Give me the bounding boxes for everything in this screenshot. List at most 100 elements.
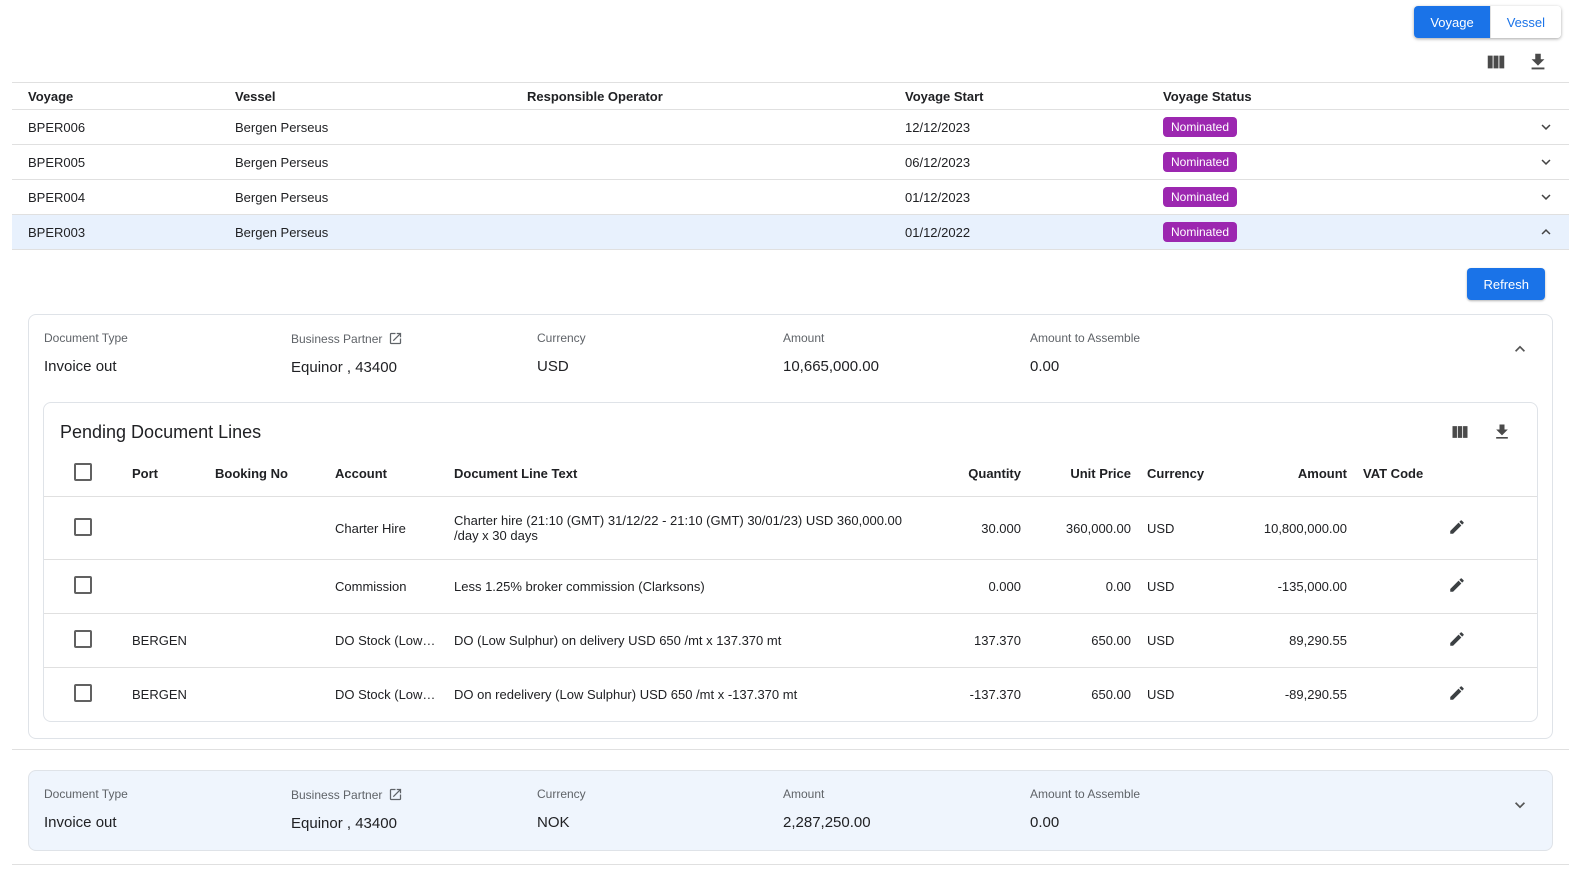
cell-account: DO Stock (Low…: [327, 614, 446, 668]
cell-amount: 10,800,000.00: [1239, 497, 1355, 560]
collapse-document-button[interactable]: [1498, 331, 1542, 359]
refresh-button[interactable]: Refresh: [1467, 268, 1545, 300]
field-label: Document Type: [44, 787, 291, 801]
field-amount: Amount 10,665,000.00: [783, 331, 1030, 375]
top-bar: Voyage Vessel: [0, 0, 1581, 38]
voyage-id: BPER003: [12, 225, 219, 240]
col-amount: Amount: [1239, 451, 1355, 497]
header-vessel: Vessel: [219, 89, 511, 104]
document-card-usd: Document Type Invoice out Business Partn…: [28, 314, 1553, 739]
cell-account: Commission: [327, 560, 446, 614]
expand-row-button[interactable]: [1521, 152, 1569, 172]
document-card-nok: Document Type Invoice out Business Partn…: [28, 770, 1553, 851]
header-voyage-start: Voyage Start: [889, 89, 1147, 104]
cell-amount: 89,290.55: [1239, 614, 1355, 668]
voyage-row-bper004[interactable]: BPER004 Bergen Perseus 01/12/2023 Nomina…: [12, 180, 1569, 215]
chevron-down-icon: [1537, 117, 1555, 137]
select-all-checkbox[interactable]: [74, 463, 92, 481]
voyage-table-toolbar: [0, 38, 1581, 76]
chevron-down-icon: [1537, 187, 1555, 207]
toggle-vessel-button[interactable]: Vessel: [1490, 6, 1561, 38]
chevron-up-icon: [1510, 339, 1530, 359]
document-line-row: BERGEN DO Stock (Low… DO on redelivery (…: [44, 668, 1537, 722]
field-document-type: Document Type Invoice out: [44, 331, 291, 375]
voyage-row-bper003[interactable]: BPER003 Bergen Perseus 01/12/2022 Nomina…: [12, 215, 1569, 250]
vessel-name: Bergen Perseus: [219, 120, 511, 135]
edit-line-button[interactable]: [1448, 630, 1466, 651]
columns-icon[interactable]: [1449, 421, 1471, 443]
voyage-id: BPER004: [12, 190, 219, 205]
row-checkbox[interactable]: [74, 684, 92, 702]
download-icon[interactable]: [1527, 51, 1549, 73]
cell-account: DO Stock (Low…: [327, 668, 446, 722]
pending-lines-header: Pending Document Lines: [44, 403, 1537, 451]
vessel-name: Bergen Perseus: [219, 190, 511, 205]
col-quantity: Quantity: [936, 451, 1029, 497]
col-account: Account: [327, 451, 446, 497]
cell-quantity: 137.370: [936, 614, 1029, 668]
cell-currency: USD: [1139, 560, 1239, 614]
edit-pencil-icon: [1448, 518, 1466, 536]
cell-vat-code: [1355, 497, 1440, 560]
refresh-row: Refresh: [0, 250, 1581, 314]
cell-quantity: -137.370: [936, 668, 1029, 722]
document-line-row: Charter Hire Charter hire (21:10 (GMT) 3…: [44, 497, 1537, 560]
row-checkbox[interactable]: [74, 518, 92, 536]
field-value: 2,287,250.00: [783, 814, 1030, 831]
section-divider: [12, 864, 1569, 865]
field-label: Business Partner: [291, 788, 382, 802]
col-unit-price: Unit Price: [1029, 451, 1139, 497]
columns-icon[interactable]: [1485, 51, 1507, 73]
cell-unit-price: 0.00: [1029, 560, 1139, 614]
voyage-start: 01/12/2022: [889, 225, 1147, 240]
collapse-row-button[interactable]: [1521, 222, 1569, 242]
cell-booking-no: [207, 560, 327, 614]
header-voyage: Voyage: [12, 89, 219, 104]
cell-currency: USD: [1139, 614, 1239, 668]
expand-document-button[interactable]: [1498, 787, 1542, 815]
document-line-row: BERGEN DO Stock (Low… DO (Low Sulphur) o…: [44, 614, 1537, 668]
edit-line-button[interactable]: [1448, 684, 1466, 705]
toggle-voyage-button[interactable]: Voyage: [1414, 6, 1489, 38]
cell-unit-price: 650.00: [1029, 614, 1139, 668]
field-label: Business Partner: [291, 332, 382, 346]
field-amount-to-assemble: Amount to Assemble 0.00: [1030, 787, 1498, 831]
voyage-status: Nominated: [1147, 222, 1521, 242]
cell-document-line-text: DO (Low Sulphur) on delivery USD 650 /mt…: [446, 614, 936, 668]
field-business-partner: Business Partner Equinor , 43400: [291, 331, 537, 376]
expand-row-button[interactable]: [1521, 117, 1569, 137]
cell-port: [124, 497, 207, 560]
status-badge: Nominated: [1163, 152, 1237, 172]
edit-line-button[interactable]: [1448, 576, 1466, 597]
cell-unit-price: 360,000.00: [1029, 497, 1139, 560]
row-checkbox[interactable]: [74, 576, 92, 594]
voyage-row-bper006[interactable]: BPER006 Bergen Perseus 12/12/2023 Nomina…: [12, 110, 1569, 145]
edit-line-button[interactable]: [1448, 518, 1466, 539]
field-currency: Currency USD: [537, 331, 783, 375]
cell-booking-no: [207, 614, 327, 668]
col-booking-no: Booking No: [207, 451, 327, 497]
expand-row-button[interactable]: [1521, 187, 1569, 207]
view-toggle: Voyage Vessel: [1414, 6, 1561, 38]
field-currency: Currency NOK: [537, 787, 783, 831]
cell-document-line-text: Less 1.25% broker commission (Clarksons): [446, 560, 936, 614]
cell-vat-code: [1355, 560, 1440, 614]
voyage-id: BPER005: [12, 155, 219, 170]
row-checkbox[interactable]: [74, 630, 92, 648]
pending-lines-toolbar: [1449, 421, 1513, 443]
field-label: Amount: [783, 331, 1030, 345]
vessel-name: Bergen Perseus: [219, 155, 511, 170]
pending-lines-title: Pending Document Lines: [60, 422, 261, 443]
field-label: Currency: [537, 331, 783, 345]
open-in-new-icon[interactable]: [388, 787, 403, 802]
field-amount-to-assemble: Amount to Assemble 0.00: [1030, 331, 1498, 375]
open-in-new-icon[interactable]: [388, 331, 403, 346]
voyage-row-bper005[interactable]: BPER005 Bergen Perseus 06/12/2023 Nomina…: [12, 145, 1569, 180]
download-icon[interactable]: [1491, 421, 1513, 443]
cell-document-line-text: Charter hire (21:10 (GMT) 31/12/22 - 21:…: [446, 497, 936, 560]
voyage-table: Voyage Vessel Responsible Operator Voyag…: [12, 82, 1569, 250]
status-badge: Nominated: [1163, 117, 1237, 137]
field-label: Amount to Assemble: [1030, 787, 1498, 801]
cell-vat-code: [1355, 614, 1440, 668]
field-value: Invoice out: [44, 814, 291, 831]
